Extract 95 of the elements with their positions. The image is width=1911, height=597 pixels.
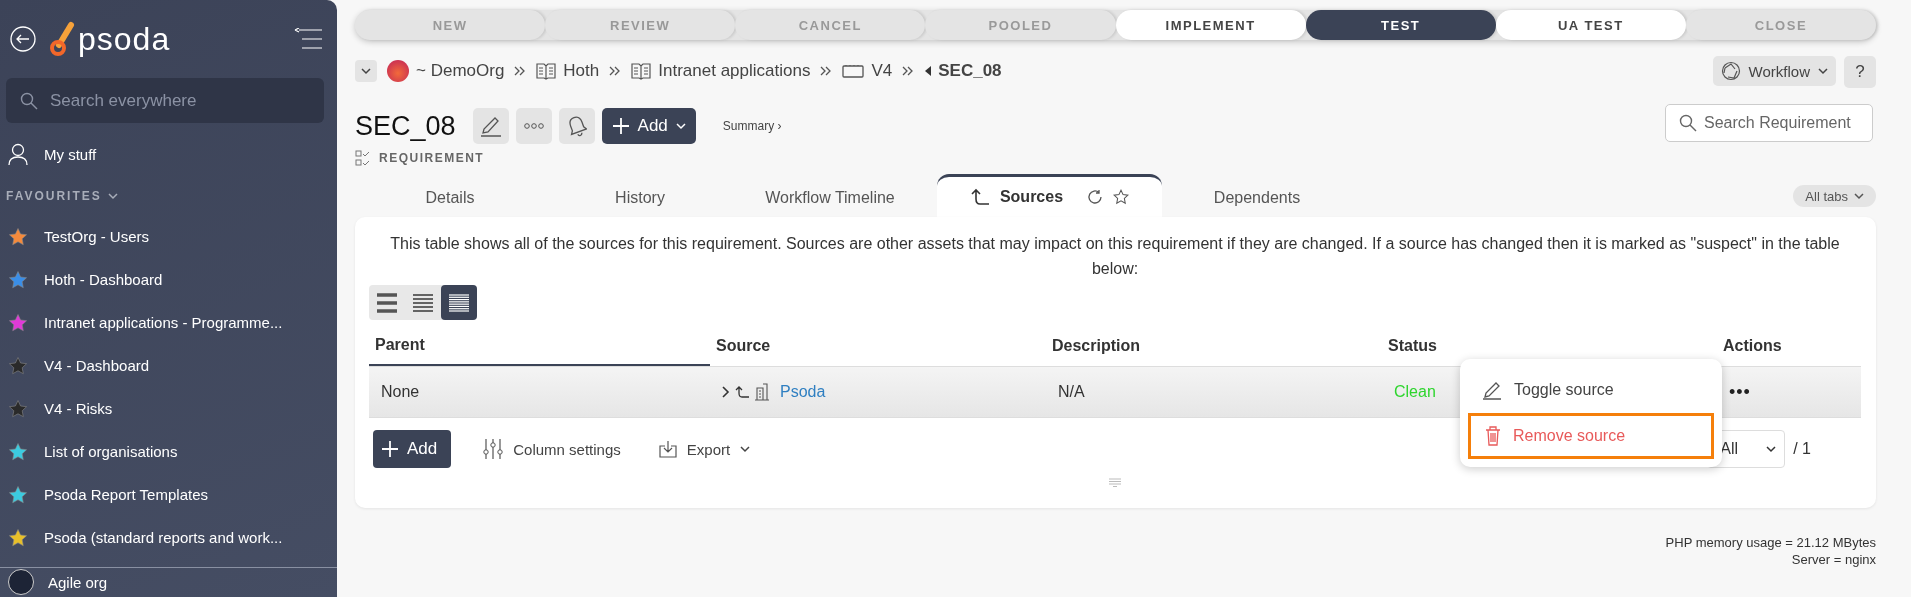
table-cell-text: None [380, 383, 421, 401]
favourite-link[interactable]: Psoda (standard reports and work... [44, 529, 283, 546]
breadcrumb-link[interactable]: Intranet applications [658, 61, 811, 81]
rows-icon [376, 291, 398, 314]
help-button[interactable]: ? [1844, 56, 1876, 88]
checklist-icon [355, 150, 371, 166]
tab[interactable]: Workflow Timeline [735, 179, 925, 217]
chevron-down-icon [1818, 67, 1828, 75]
column-header[interactable]: Actions [1717, 326, 1861, 366]
org-avatar-icon [8, 569, 34, 595]
footer-text: PHP memory usage = 21.12 MBytes [1664, 534, 1876, 551]
pencil-icon [479, 115, 502, 137]
breadcrumb-link[interactable]: Hoth [563, 61, 600, 81]
workflow-button[interactable]: Workflow [1712, 56, 1836, 86]
more-icon [523, 122, 544, 130]
more-button[interactable] [515, 108, 552, 144]
source-arrow-icon [969, 188, 990, 206]
logo-icon [50, 21, 76, 57]
page-count: / 1 [1793, 440, 1811, 458]
sidebar-link[interactable]: Agile org [48, 573, 108, 591]
separator-icon [902, 66, 915, 76]
description-text: This table shows all of the sources for this requirement. Sources are other assets that may impact on this requirement if they are changed. If a source has changed then it is marked as "suspect" in the table below: [389, 234, 1841, 279]
separator-icon [820, 66, 833, 76]
status-text: Clean [1394, 383, 1436, 400]
building-icon [754, 383, 770, 401]
chevron-down-icon [107, 192, 118, 200]
favourite-link[interactable]: V4 - Dashboard [44, 357, 150, 374]
trash-icon [1485, 426, 1501, 446]
logo-text: psoda [78, 20, 171, 58]
bell-icon [566, 115, 587, 137]
summary-link[interactable]: Summary › [722, 119, 782, 133]
workflow-stage[interactable]: IMPLEMENT [1115, 10, 1306, 40]
footer-text: Server = nginx [1790, 551, 1876, 568]
favourite-link[interactable]: Hoth - Dashboard [44, 271, 163, 288]
menu-item[interactable]: Remove source [1468, 413, 1714, 459]
cycle-icon [1720, 61, 1741, 81]
refresh-icon[interactable] [1087, 189, 1104, 205]
favourite-link[interactable]: Intranet applications - Programme... [44, 314, 283, 331]
rows-icon [448, 291, 470, 314]
export-button[interactable]: Export [652, 439, 757, 459]
add-button[interactable]: Add [601, 108, 696, 144]
plus-icon [381, 440, 399, 458]
column-settings-button[interactable]: Column settings [477, 437, 627, 461]
favourite-link[interactable]: V4 - Risks [44, 400, 113, 417]
view-mode-button[interactable] [441, 285, 477, 320]
plus-icon [611, 117, 630, 135]
breadcrumb-link[interactable]: V4 [871, 61, 893, 81]
favourite-link[interactable]: List of organisations [44, 443, 178, 460]
tab[interactable]: Sources [937, 174, 1162, 217]
search-field[interactable]: Search everywhere [6, 78, 324, 123]
workflow-stage[interactable]: UA TEST [1495, 10, 1686, 40]
edit-button[interactable] [472, 108, 509, 144]
star-icon[interactable] [1113, 189, 1130, 205]
rows-icon [412, 291, 434, 314]
tab[interactable]: History [545, 179, 735, 217]
chevron-down-icon [1854, 192, 1864, 200]
org-avatar-icon [387, 60, 409, 82]
chevron-down-icon [361, 67, 371, 75]
book-icon [631, 62, 652, 80]
separator-icon [609, 66, 622, 76]
caret-left-icon [924, 66, 932, 76]
favourite-link[interactable]: TestOrg - Users [44, 228, 149, 245]
dropdown-button[interactable] [355, 60, 377, 82]
sidebar-link[interactable]: My stuff [44, 145, 97, 163]
source-link[interactable]: Psoda [780, 383, 826, 401]
tab[interactable]: Details [355, 179, 545, 217]
table-cell-text: N/A [1057, 383, 1086, 401]
user-icon [8, 143, 28, 165]
column-header[interactable]: Source [710, 326, 1046, 366]
column-header[interactable]: Description [1046, 326, 1382, 366]
download-icon [658, 440, 677, 458]
chevron-down-icon [675, 122, 686, 130]
workflow-stage[interactable]: TEST [1305, 10, 1496, 40]
all-tabs-button[interactable]: All tabs [1793, 185, 1876, 207]
breadcrumb-link[interactable]: ~ DemoOrg [416, 61, 505, 81]
expand-chevron-icon[interactable] [722, 386, 730, 398]
separator-icon [514, 66, 527, 76]
section-heading: FAVOURITES [6, 189, 102, 203]
book-icon [536, 62, 557, 80]
page-title: SEC_08 [355, 110, 456, 142]
source-arrow-icon [734, 385, 750, 399]
breadcrumb-link[interactable]: SEC_08 [938, 61, 1002, 81]
favourite-link[interactable]: Psoda Report Templates [44, 486, 208, 503]
menu-item[interactable]: Toggle source [1468, 367, 1714, 413]
search-field[interactable]: Search Requirement [1665, 104, 1873, 142]
notification-button[interactable] [558, 108, 595, 144]
pencil-icon [1482, 380, 1502, 400]
chevron-down-icon [1766, 445, 1777, 453]
box-icon [842, 64, 865, 78]
resize-handle-icon[interactable] [1108, 478, 1122, 488]
item-type-label: REQUIREMENT [379, 151, 485, 165]
add-button[interactable]: Add [373, 430, 452, 468]
tab[interactable]: Dependents [1162, 179, 1352, 217]
chevron-down-icon [740, 445, 751, 453]
sliders-icon [483, 438, 504, 460]
